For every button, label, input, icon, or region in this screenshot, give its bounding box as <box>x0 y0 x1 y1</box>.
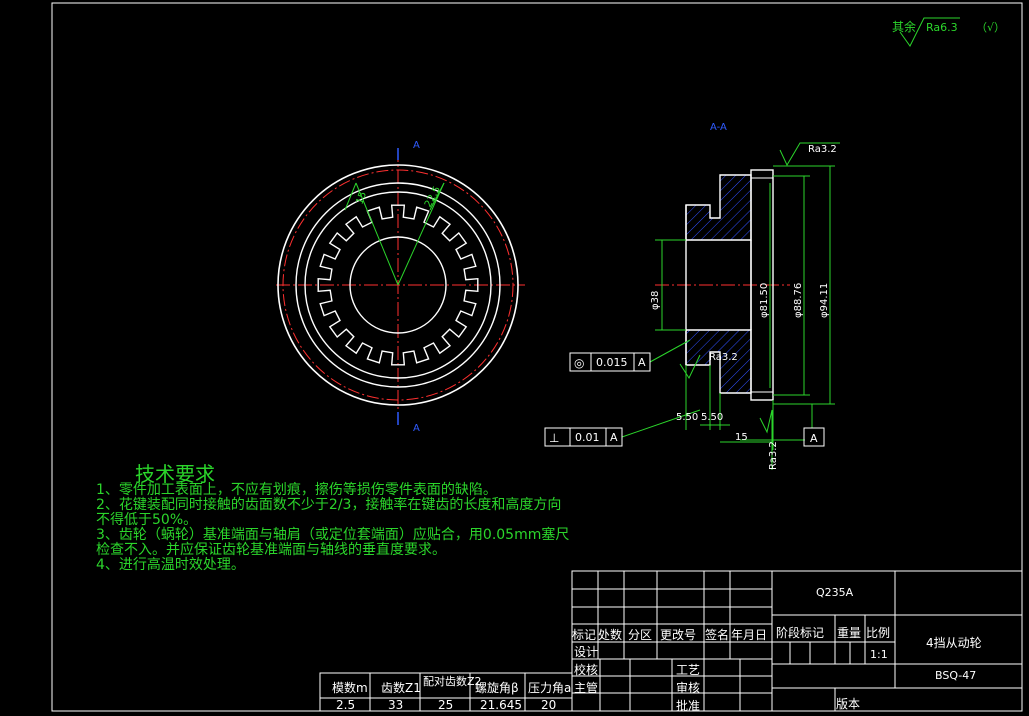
perpendicular-value: 0.01 <box>575 431 600 444</box>
param-header-teeth: 齿数Z1 <box>381 681 421 695</box>
tech-line-3: 不得低于50%。 <box>96 512 198 528</box>
tb-zone: 分区 <box>628 628 653 642</box>
coaxial-datum: A <box>638 356 646 369</box>
param-value-teeth: 33 <box>388 698 404 712</box>
tb-date: 年月日 <box>731 628 768 642</box>
tech-line-2: 2、花键装配同时接触的齿面数不少于2/3，接触率在键齿的长度和高度方向 <box>96 497 562 513</box>
param-header-helix: 螺旋角β <box>475 681 519 695</box>
perpendicular-datum: A <box>610 431 618 444</box>
dim-d8876: φ88.76 <box>793 283 804 318</box>
roughness-suffix: （√） <box>976 21 1005 34</box>
param-value-module: 2.5 <box>336 698 356 712</box>
roughness-prefix: 其余 <box>892 19 916 34</box>
coaxial-value: 0.015 <box>596 356 628 369</box>
param-header-pressure: 压力角a <box>528 681 572 695</box>
param-value-helix: 21.645 <box>480 698 522 712</box>
ra32-mid: Ra3.2 <box>709 352 738 363</box>
tb-chief: 主管 <box>574 681 599 695</box>
param-header-mating-teeth: 配对齿数Z2 <box>423 675 482 688</box>
section-label: A-A <box>710 122 727 133</box>
tb-edition: 版本 <box>836 697 861 711</box>
section-mark-top: A <box>413 140 420 151</box>
tb-stage: 阶段标记 <box>776 626 825 640</box>
param-value-pressure: 20 <box>541 698 557 712</box>
ra32-side: Ra3.2 <box>768 441 779 470</box>
tb-process: 工艺 <box>676 663 701 677</box>
dim-w550b: 5.50 <box>701 412 723 423</box>
tb-part-name: 4挡从动轮 <box>926 636 982 650</box>
datum-box-label: A <box>810 432 818 445</box>
roughness-value: Ra6.3 <box>926 21 958 34</box>
tb-material: Q235A <box>816 586 854 599</box>
tb-weight: 重量 <box>837 626 862 640</box>
param-header-module: 模数m <box>332 681 368 695</box>
coaxial-symbol: ◎ <box>574 356 584 370</box>
tb-change-no: 更改号 <box>660 628 697 642</box>
tb-drawing-no: BSQ-47 <box>935 669 977 682</box>
dim-d9411: φ94.11 <box>819 283 830 318</box>
tb-design: 设计 <box>574 645 599 659</box>
ra32-top: Ra3.2 <box>808 144 837 155</box>
angle-label-2: 22.5 <box>423 185 443 210</box>
tb-ratio: 比例 <box>866 626 891 640</box>
tech-line-4: 3、齿轮（蜗轮）基准端面与轴肩（或定位套端面）应贴合，用0.05mm塞尺 <box>96 527 570 543</box>
tb-check: 校核 <box>574 663 599 677</box>
tech-line-6: 4、进行高温时效处理。 <box>96 557 245 573</box>
drawing-border <box>51 2 1023 712</box>
tb-signature: 签名 <box>705 628 730 642</box>
param-value-mating-teeth: 25 <box>438 698 454 712</box>
dim-d8150: φ81.50 <box>759 283 770 318</box>
section-mark-bottom: A <box>413 423 420 434</box>
tech-line-5: 检查不入。并应保证齿轮基准端面与轴线的垂直度要求。 <box>96 542 446 558</box>
cad-drawing: 15 22.5 A A A-A Ra3.2 Ra3.2 Ra3.2 φ38 φ8… <box>51 2 1023 712</box>
tb-review: 审核 <box>676 681 701 695</box>
tech-line-1: 1、零件加工表面上，不应有划痕，擦伤等损伤零件表面的缺陷。 <box>96 482 497 498</box>
front-view <box>276 148 525 425</box>
perpendicular-symbol: ⊥ <box>549 431 559 445</box>
dim-d38: φ38 <box>650 291 661 310</box>
dim-w15: 15 <box>735 432 748 443</box>
tb-approve: 批准 <box>676 699 701 713</box>
tb-mark: 标记 <box>572 628 597 642</box>
angle-label-1: 15 <box>354 190 369 206</box>
dim-w550a: 5.50 <box>676 412 698 423</box>
tb-scale: 1:1 <box>870 648 888 661</box>
tb-count: 处数 <box>598 628 623 642</box>
